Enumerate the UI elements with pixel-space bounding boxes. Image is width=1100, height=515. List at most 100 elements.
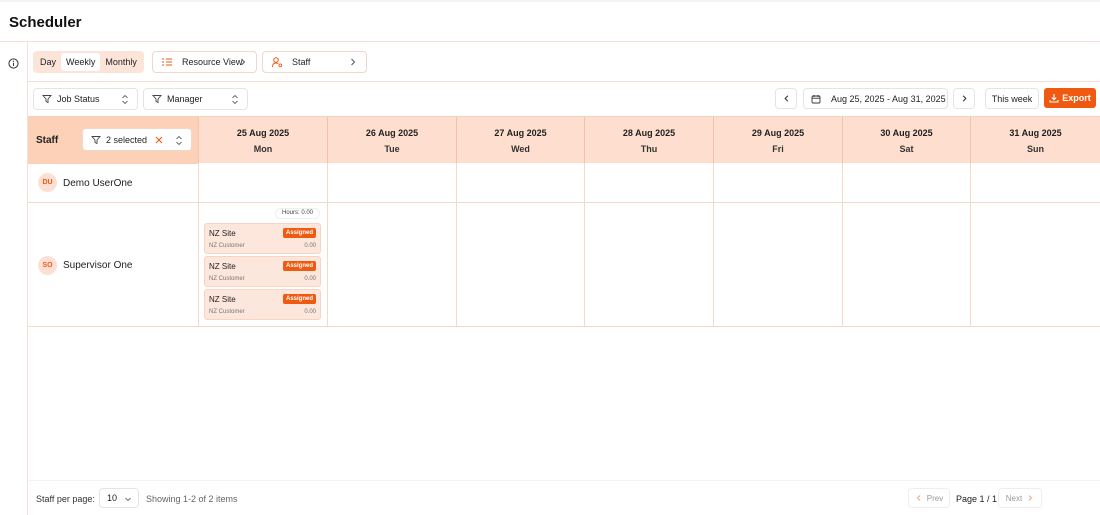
chevron-right-icon — [962, 95, 967, 102]
hours-badge: Hours: 0.00 — [275, 208, 320, 219]
schedule-cell[interactable] — [843, 163, 971, 202]
clear-icon[interactable] — [155, 136, 163, 144]
filter-icon — [42, 95, 52, 104]
schedule-cell[interactable] — [199, 163, 328, 202]
avatar: SO — [38, 256, 57, 275]
job-customer: NZ Customer — [209, 309, 245, 315]
prev-label: Prev — [926, 493, 944, 503]
job-status-filter[interactable]: Job Status — [33, 88, 138, 110]
view-day-button[interactable]: Day — [35, 53, 61, 71]
day-date: 30 Aug 2025 — [880, 128, 933, 138]
job-customer: NZ Customer — [209, 276, 245, 282]
staff-view-label: Staff — [292, 57, 311, 67]
schedule-cell[interactable] — [971, 163, 1100, 202]
schedule-cell[interactable] — [971, 203, 1100, 326]
day-header-thu: 28 Aug 2025 Thu — [585, 117, 714, 164]
per-page-value: 10 — [107, 493, 118, 503]
updown-icon — [232, 94, 238, 105]
view-mode-switch: Day Weekly Monthly — [33, 51, 144, 73]
job-card[interactable]: NZ Site Assigned NZ Customer 0.00 — [204, 289, 321, 320]
download-icon — [1049, 94, 1059, 103]
staff-select-value: 2 selected — [106, 134, 148, 145]
schedule-cell[interactable]: Hours: 0.00 NZ Site Assigned NZ Customer… — [199, 203, 328, 326]
staff-view-button[interactable]: Staff — [262, 51, 367, 73]
updown-icon — [122, 94, 128, 105]
grid-header: Staff 2 selected 25 Aug 2025 Mon 26 Aug … — [28, 116, 1100, 164]
day-weekday: Sat — [899, 144, 914, 154]
schedule-cell[interactable] — [457, 163, 585, 202]
next-label: Next — [1005, 493, 1023, 503]
next-week-button[interactable] — [953, 88, 975, 109]
filter-icon — [91, 135, 101, 144]
staff-header-label: Staff — [36, 135, 59, 146]
day-date: 25 Aug 2025 — [236, 128, 290, 138]
schedule-cell[interactable] — [714, 163, 843, 202]
schedule-cell[interactable] — [328, 203, 457, 326]
day-date: 26 Aug 2025 — [365, 128, 419, 138]
job-site: NZ Site — [209, 262, 236, 271]
staff-name-cell: SO Supervisor One — [28, 203, 199, 326]
status-badge: Assigned — [283, 294, 316, 304]
schedule-cell[interactable] — [585, 203, 714, 326]
export-label: Export — [1062, 93, 1091, 103]
view-weekly-button[interactable]: Weekly — [61, 53, 101, 71]
status-badge: Assigned — [283, 228, 316, 238]
calendar-icon — [811, 94, 821, 103]
export-button[interactable]: Export — [1044, 88, 1096, 108]
view-bar: Day Weekly Monthly Resource View Staff — [28, 42, 1100, 82]
date-range-text: Aug 25, 2025 - Aug 31, 2025 — [831, 93, 946, 104]
date-range-picker[interactable]: Aug 25, 2025 - Aug 31, 2025 — [803, 88, 948, 109]
user-settings-icon — [272, 57, 283, 68]
schedule-cell[interactable] — [843, 203, 971, 326]
job-site: NZ Site — [209, 229, 236, 238]
chevron-left-icon — [916, 495, 921, 501]
day-weekday: Sun — [1027, 144, 1044, 154]
resource-view-label: Resource View — [182, 57, 243, 67]
job-card[interactable]: NZ Site Assigned NZ Customer 0.00 — [204, 256, 321, 287]
day-weekday: Mon — [253, 144, 273, 154]
day-weekday: Thu — [640, 144, 658, 154]
pagination-footer: Staff per page: 10 Showing 1-2 of 2 item… — [28, 480, 1100, 515]
schedule-cell[interactable] — [714, 203, 843, 326]
job-value: 0.00 — [304, 276, 316, 282]
staff-row: DU Demo UserOne — [28, 163, 1100, 203]
staff-name-cell: DU Demo UserOne — [28, 163, 199, 202]
updown-icon — [176, 135, 182, 146]
manager-filter[interactable]: Manager — [143, 88, 248, 110]
per-page-label: Staff per page: — [36, 494, 95, 504]
per-page-select[interactable]: 10 — [99, 488, 139, 508]
schedule-cell[interactable] — [328, 163, 457, 202]
manager-label: Manager — [167, 94, 203, 104]
filter-icon — [152, 95, 162, 104]
day-header-sun: 31 Aug 2025 Sun — [971, 117, 1100, 164]
list-icon — [162, 58, 172, 66]
chevron-right-icon — [1028, 495, 1033, 501]
day-header-wed: 27 Aug 2025 Wed — [457, 117, 585, 164]
resource-view-button[interactable]: Resource View — [152, 51, 257, 73]
filter-bar: Job Status Manager Aug 25, 2025 - Aug 31… — [28, 82, 1100, 116]
day-weekday: Fri — [772, 144, 784, 154]
job-customer: NZ Customer — [209, 243, 245, 249]
job-card[interactable]: NZ Site Assigned NZ Customer 0.00 — [204, 223, 321, 254]
job-site: NZ Site — [209, 295, 236, 304]
showing-count: Showing 1-2 of 2 items — [146, 494, 238, 504]
schedule-grid: Staff 2 selected 25 Aug 2025 Mon 26 Aug … — [28, 116, 1100, 327]
info-icon[interactable] — [8, 58, 19, 69]
view-monthly-button[interactable]: Monthly — [100, 53, 142, 71]
schedule-cell[interactable] — [585, 163, 714, 202]
status-badge: Assigned — [283, 261, 316, 271]
job-value: 0.00 — [304, 309, 316, 315]
this-week-button[interactable]: This week — [985, 88, 1039, 109]
chevron-right-icon — [351, 58, 356, 66]
staff-row: SO Supervisor One Hours: 0.00 NZ Site As… — [28, 203, 1100, 327]
staff-name: Supervisor One — [63, 260, 133, 271]
day-header-mon: 25 Aug 2025 Mon — [199, 117, 328, 164]
prev-page-button[interactable]: Prev — [908, 488, 950, 508]
next-page-button[interactable]: Next — [998, 488, 1042, 508]
day-weekday: Tue — [384, 144, 400, 154]
job-value: 0.00 — [304, 243, 316, 249]
staff-select[interactable]: 2 selected — [82, 128, 192, 151]
staff-column-header: Staff 2 selected — [28, 117, 199, 164]
prev-week-button[interactable] — [775, 88, 797, 109]
schedule-cell[interactable] — [457, 203, 585, 326]
